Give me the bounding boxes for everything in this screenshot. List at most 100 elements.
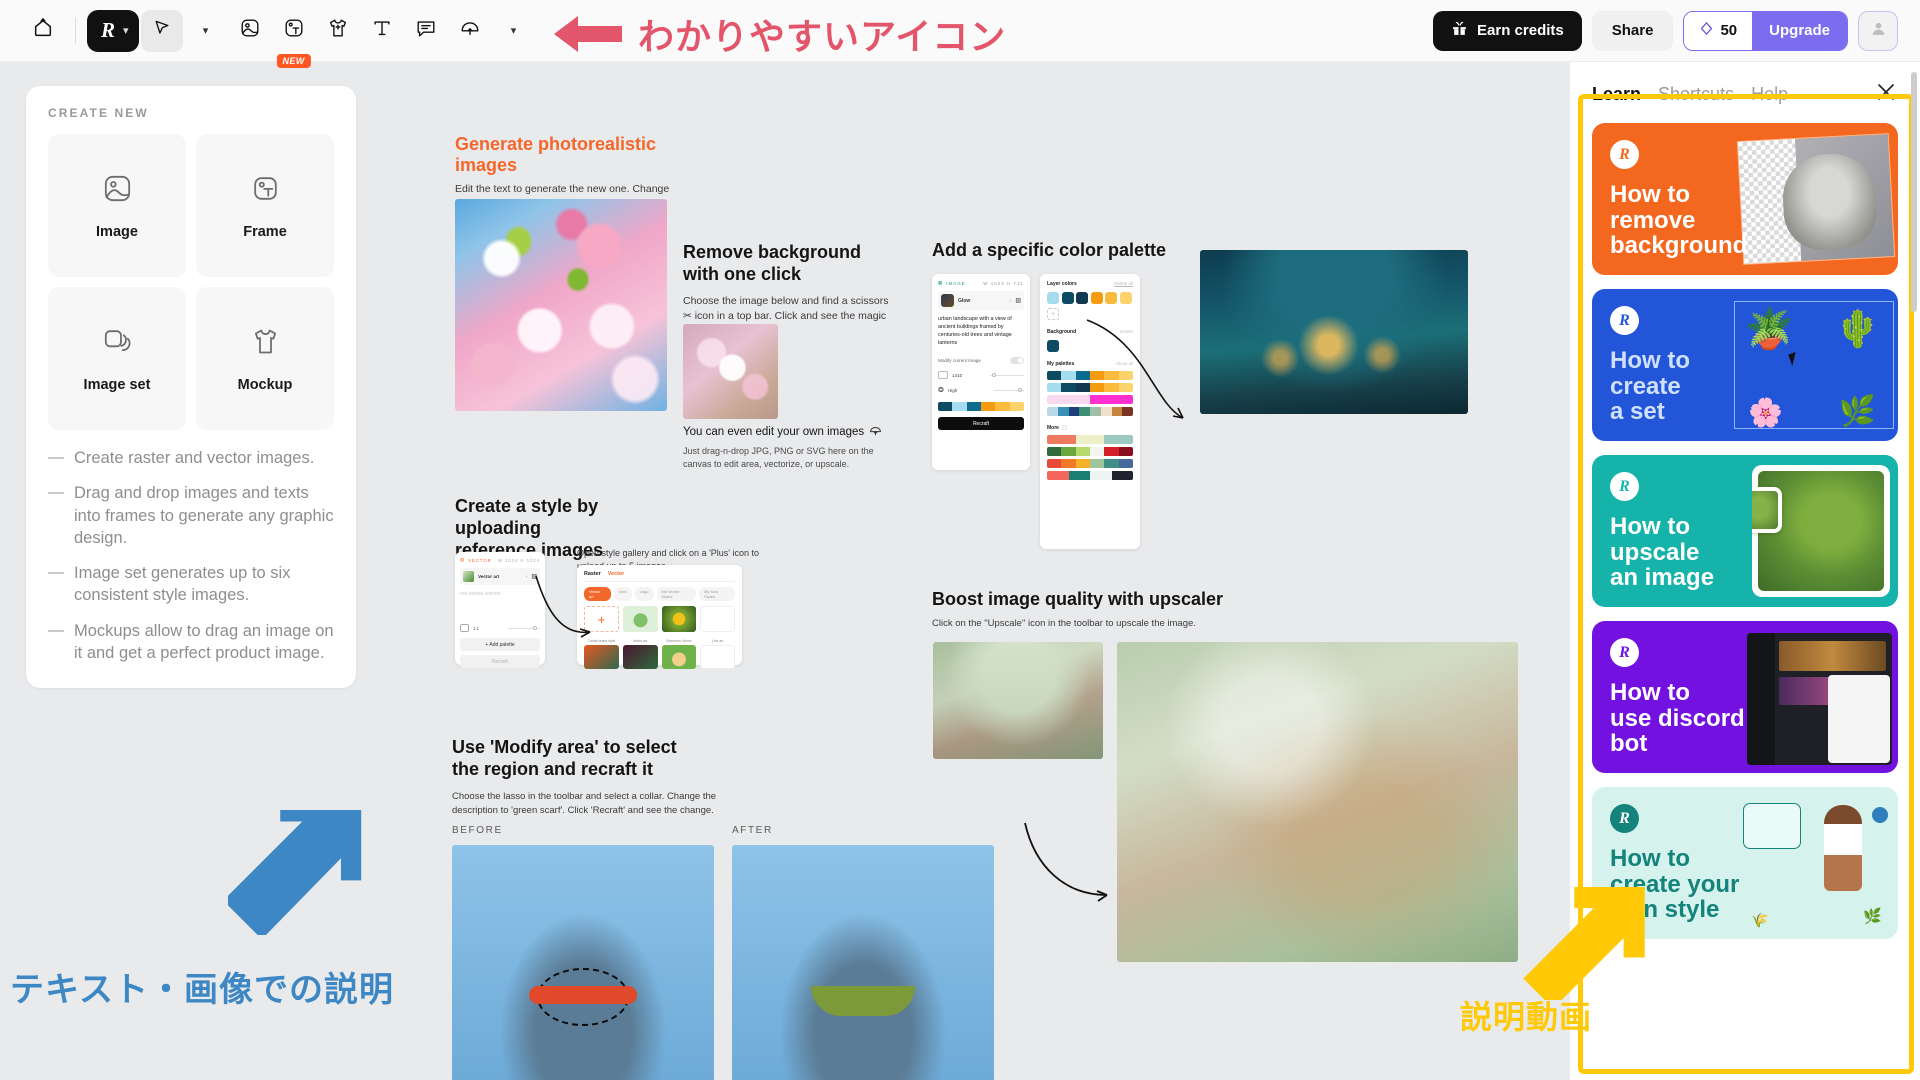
feature-bullets: — Create raster and vector images. — Dra…: [48, 447, 334, 664]
tab-help[interactable]: Help: [1751, 84, 1788, 105]
style-tile-5[interactable]: [622, 645, 658, 669]
delete-all-link[interactable]: Delete all: [1114, 281, 1133, 287]
upgrade-button[interactable]: Upgrade: [1752, 11, 1847, 50]
recraft-button[interactable]: Recraft: [938, 417, 1024, 431]
quality-slider[interactable]: [994, 387, 1024, 392]
learn-card-list[interactable]: R How to remove background R 🪴 🌵 🌸 🌿 How…: [1570, 123, 1920, 1080]
room-small-image[interactable]: [933, 642, 1103, 759]
quality-value: High: [947, 387, 958, 393]
tab-vector[interactable]: Vector: [608, 571, 624, 577]
plants-set-art: 🪴 🌵 🌸 🌿: [1734, 301, 1894, 429]
style-tile-line-art[interactable]: [700, 606, 735, 632]
home-icon: [32, 17, 54, 44]
create-new-grid: Image Frame Image set Mockup: [48, 134, 334, 430]
before-label: BEFORE: [452, 825, 503, 836]
bullet-dash-icon: —: [48, 449, 64, 466]
cursor-select-tool[interactable]: [140, 9, 183, 52]
upscale-arrow: [1024, 822, 1108, 902]
create-card-image-set[interactable]: Image set: [48, 287, 186, 430]
style-tiles[interactable]: +: [584, 606, 735, 632]
sakura-thumbnail-image[interactable]: [683, 324, 778, 419]
after-label: AFTER: [732, 825, 773, 836]
image-tool[interactable]: [229, 10, 271, 52]
add-color-button[interactable]: +: [1047, 308, 1059, 320]
upgrade-label: Upgrade: [1769, 22, 1830, 39]
credits-balance-button[interactable]: 50: [1684, 11, 1753, 50]
vector-dims-label: W 1024 H 1024: [497, 557, 540, 563]
vector-recraft-button[interactable]: Recraft: [460, 655, 540, 668]
share-label: Share: [1611, 22, 1654, 39]
brand-menu-button[interactable]: R ▾: [87, 9, 139, 52]
dog-before-image[interactable]: [452, 845, 714, 1080]
comment-tool[interactable]: [405, 10, 447, 52]
woman-style-art: 🌿 🌾: [1737, 797, 1892, 933]
vector-size-value: 1:1: [473, 625, 480, 631]
bullet-item: — Mockups allow to drag an image on it a…: [48, 620, 334, 665]
section-remove-bg-title: Remove background with one click: [683, 242, 862, 284]
earn-credits-button[interactable]: Earn credits: [1433, 10, 1582, 51]
text-tool[interactable]: [361, 10, 403, 52]
own-images-text: Just drag-n-drop JPG, PNG or SVG here on…: [683, 446, 874, 469]
share-button[interactable]: Share: [1591, 10, 1674, 51]
style-upload-arrow: [535, 575, 591, 638]
upload-tool[interactable]: [449, 10, 491, 52]
section-modify-area-subtitle: Choose the lasso in the toolbar and sele…: [452, 790, 717, 816]
selected-palette-strip[interactable]: [938, 402, 1024, 412]
learn-card-upscale-an-image[interactable]: R How to upscale an image: [1592, 455, 1898, 607]
size-icon: [938, 371, 948, 380]
recraft-logo-icon: R: [1610, 638, 1639, 667]
background-swatch[interactable]: [1047, 340, 1059, 352]
chevron-down-icon: ▾: [202, 25, 209, 37]
palette-mock-left-panel[interactable]: ▦ IMAGE W 1024 H 731 Glow › ▨ urban land…: [932, 274, 1030, 470]
cursor-tool-dropdown[interactable]: ▾: [185, 10, 227, 52]
cursor-icon: [152, 18, 172, 43]
section-modify-area-title: Use 'Modify area' to select the region a…: [452, 737, 677, 779]
background-label: Background: [1047, 329, 1077, 335]
mockup-tool[interactable]: [317, 10, 359, 52]
learn-card-title: How to create your own style: [1610, 844, 1740, 924]
close-icon[interactable]: [1874, 80, 1898, 109]
style-tile-seamless[interactable]: [661, 606, 697, 632]
dog-scarf: [811, 986, 915, 1017]
frame-text-icon: [249, 172, 282, 210]
home-button[interactable]: [22, 10, 64, 52]
comment-icon: [415, 17, 437, 44]
learn-panel-scrollbar[interactable]: [1911, 72, 1917, 312]
style-tile-7[interactable]: [700, 645, 735, 669]
layer-colors-label: Layer colors: [1047, 281, 1077, 287]
frame-tool[interactable]: NEW: [273, 10, 315, 68]
learn-card-remove-background[interactable]: R How to remove background: [1592, 123, 1898, 275]
learn-card-create-a-set[interactable]: R 🪴 🌵 🌸 🌿 How to create a set: [1592, 289, 1898, 441]
style-name: Glow: [958, 297, 971, 304]
sakura-image[interactable]: [455, 199, 667, 411]
modify-current-image-toggle[interactable]: [1010, 357, 1024, 365]
learn-panel: Learn Shortcuts Help R How to remove bac…: [1570, 62, 1920, 1080]
dog-after-image[interactable]: [732, 845, 994, 1080]
create-card-mockup[interactable]: Mockup: [196, 287, 334, 430]
learn-card-create-own-style[interactable]: R 🌿 🌾 How to create your own style: [1592, 787, 1898, 939]
own-images-title: You can even edit your own images: [683, 426, 865, 438]
image-tag-label: IMAGE: [946, 280, 966, 286]
style-tile-6[interactable]: [661, 645, 697, 669]
size-slider[interactable]: [990, 372, 1024, 377]
room-large-image[interactable]: [1117, 642, 1518, 962]
style-chips[interactable]: Vector art Icon Logo My Vector Styles My…: [584, 587, 735, 601]
section-modify-area: Use 'Modify area' to select the region a…: [452, 737, 722, 817]
user-avatar-button[interactable]: [1858, 10, 1898, 51]
chevron-down-icon: ▾: [123, 25, 129, 37]
layer-colors-swatches[interactable]: [1047, 292, 1133, 304]
palette-icon: ▨: [1015, 298, 1021, 304]
frame-text-icon: [283, 17, 305, 44]
tab-shortcuts[interactable]: Shortcuts: [1658, 84, 1734, 105]
create-card-frame[interactable]: Frame: [196, 134, 334, 277]
style-tile-vector-art[interactable]: [622, 606, 658, 632]
tile-label-3: Line art: [711, 639, 724, 643]
lantern-forest-image[interactable]: [1200, 250, 1468, 414]
style-tile-4[interactable]: [584, 645, 619, 669]
learn-card-use-discord-bot[interactable]: R How to use discord bot: [1592, 621, 1898, 773]
upload-tool-dropdown[interactable]: ▾: [493, 10, 535, 52]
quality-icon: ❂: [938, 387, 944, 395]
create-card-image[interactable]: Image: [48, 134, 186, 277]
credits-upgrade-group: 50 Upgrade: [1683, 10, 1848, 51]
tab-learn[interactable]: Learn: [1592, 84, 1641, 105]
